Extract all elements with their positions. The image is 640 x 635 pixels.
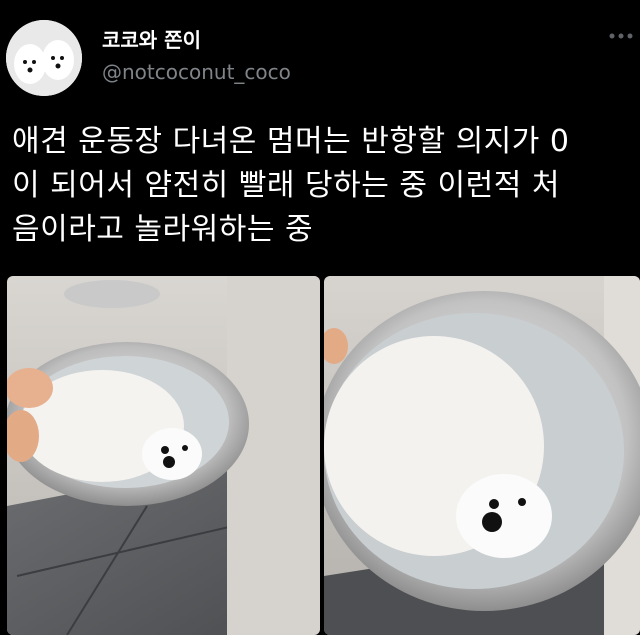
- avatar[interactable]: [6, 20, 82, 96]
- tweet-photo-right[interactable]: [324, 276, 640, 635]
- photo-dog-bath-left: [7, 276, 320, 635]
- more-dots-icon: [609, 33, 633, 39]
- more-options-button[interactable]: [606, 28, 636, 44]
- tweet-photo-left[interactable]: [7, 276, 320, 635]
- author-display-name[interactable]: 코코와 쫀이: [102, 28, 201, 52]
- tweet-text-line: 이 되어서 얌전히 빨래 당하는 중 이런적 처: [12, 168, 560, 203]
- photo-dog-bath-right: [324, 276, 640, 635]
- tweet-text: 애견 운동장 다녀온 멈머는 반항할 의지가 0 이 되어서 얌전히 빨래 당하…: [12, 120, 636, 252]
- tweet-text-line: 음이라고 놀라워하는 중: [12, 212, 314, 247]
- author-handle[interactable]: @notcoconut_coco: [102, 60, 291, 84]
- avatar-two-white-dogs-icon: [6, 20, 82, 96]
- tweet-text-line: 애견 운동장 다녀온 멈머는 반항할 의지가 0: [12, 124, 570, 159]
